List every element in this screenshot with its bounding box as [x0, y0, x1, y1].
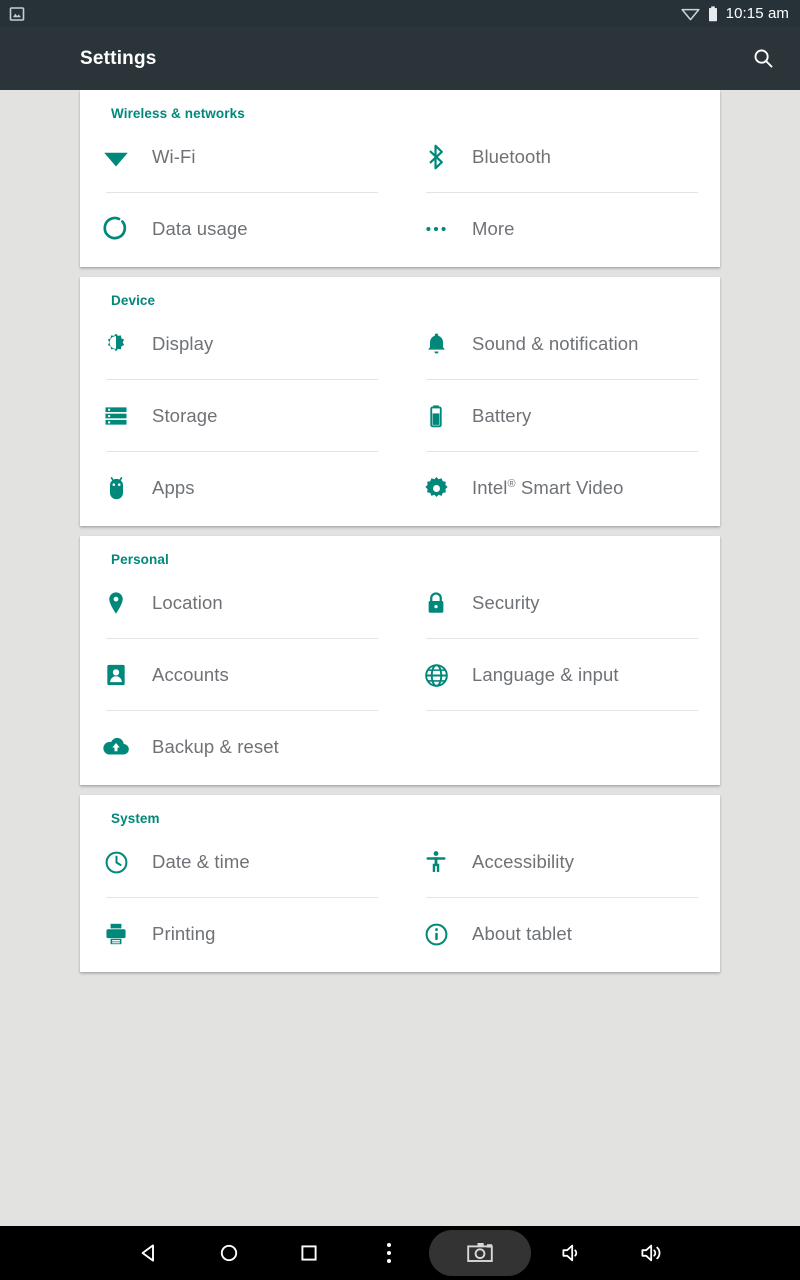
storage-icon: [80, 402, 152, 430]
settings-item-placeholder: [400, 711, 720, 783]
settings-item-label: Display: [152, 333, 214, 354]
settings-item-intel-smart-video[interactable]: Intel® Smart Video: [400, 452, 720, 524]
settings-item-display[interactable]: Display: [80, 308, 400, 380]
settings-item-label: More: [472, 218, 515, 239]
section-header-personal: Personal: [111, 552, 169, 567]
settings-item-label: Language & input: [472, 664, 619, 685]
settings-item-label: Intel® Smart Video: [472, 477, 624, 498]
bell-icon: [400, 331, 472, 358]
settings-item-label: Storage: [152, 405, 218, 426]
section-header-wireless: Wireless & networks: [111, 106, 245, 121]
settings-item-apps[interactable]: Apps: [80, 452, 400, 524]
section-header-device: Device: [111, 293, 156, 308]
section-card-personal: Personal Location Security Accounts Lang…: [80, 536, 720, 785]
search-icon: [752, 47, 775, 70]
bluetooth-icon: [400, 143, 472, 171]
section-header-system: System: [111, 811, 160, 826]
brightness-icon: [80, 330, 152, 358]
nav-recents-button[interactable]: [269, 1226, 349, 1280]
settings-item-security[interactable]: Security: [400, 567, 720, 639]
overflow-menu-icon: [387, 1243, 391, 1263]
settings-item-label: Date & time: [152, 851, 250, 872]
accessibility-icon: [400, 849, 472, 875]
settings-item-label: Sound & notification: [472, 333, 639, 354]
settings-item-more[interactable]: More: [400, 193, 720, 265]
settings-item-data-usage[interactable]: Data usage: [80, 193, 400, 265]
settings-item-label: Apps: [152, 477, 195, 498]
android-robot-icon: [80, 475, 152, 502]
section-card-system: System Date & time Accessibility Printin…: [80, 795, 720, 972]
nav-menu-button[interactable]: [349, 1226, 429, 1280]
settings-item-label: Accounts: [152, 664, 229, 685]
account-badge-icon: [80, 662, 152, 688]
nav-volume-down-button[interactable]: [531, 1226, 611, 1280]
settings-item-label: Accessibility: [472, 851, 575, 872]
settings-item-wifi[interactable]: Wi-Fi: [80, 121, 400, 193]
action-bar: Settings: [0, 27, 800, 90]
lock-icon: [400, 590, 472, 616]
globe-icon: [400, 662, 472, 689]
section-grid-device: Display Sound & notification Storage Bat…: [80, 308, 720, 526]
camera-icon: [464, 1240, 496, 1266]
volume-up-icon: [639, 1241, 663, 1265]
printer-icon: [80, 921, 152, 947]
settings-item-battery[interactable]: Battery: [400, 380, 720, 452]
settings-list: Wireless & networks Wi-Fi Bluetooth Data…: [0, 90, 800, 1226]
navigation-bar: [0, 1226, 800, 1280]
settings-item-label: Printing: [152, 923, 216, 944]
section-grid-personal: Location Security Accounts Language & in…: [80, 567, 720, 785]
settings-screen: 10:15 am Settings Wireless & networks Wi…: [0, 0, 800, 1280]
settings-item-location[interactable]: Location: [80, 567, 400, 639]
settings-item-label: Data usage: [152, 218, 248, 239]
recents-square-icon: [297, 1241, 321, 1265]
settings-item-label: Wi-Fi: [152, 146, 196, 167]
gear-icon: [400, 475, 472, 502]
battery-full-icon: [708, 5, 718, 22]
data-usage-icon: [80, 215, 152, 243]
info-icon: [400, 921, 472, 948]
page-title: Settings: [80, 47, 157, 69]
settings-item-label: Backup & reset: [152, 736, 279, 757]
cloud-upload-icon: [80, 733, 152, 761]
home-circle-icon: [217, 1241, 241, 1265]
settings-item-label: Battery: [472, 405, 532, 426]
settings-item-bluetooth[interactable]: Bluetooth: [400, 121, 720, 193]
settings-item-label: Bluetooth: [472, 146, 552, 167]
nav-volume-up-button[interactable]: [611, 1226, 691, 1280]
clock-icon: [80, 849, 152, 876]
settings-item-accessibility[interactable]: Accessibility: [400, 826, 720, 898]
settings-item-accounts[interactable]: Accounts: [80, 639, 400, 711]
nav-back-button[interactable]: [109, 1226, 189, 1280]
section-card-wireless: Wireless & networks Wi-Fi Bluetooth Data…: [80, 90, 720, 267]
settings-item-language-input[interactable]: Language & input: [400, 639, 720, 711]
more-dots-icon: [400, 216, 472, 242]
status-bar: 10:15 am: [0, 0, 800, 27]
settings-item-label: Security: [472, 592, 540, 613]
settings-item-about-tablet[interactable]: About tablet: [400, 898, 720, 970]
wifi-no-signal-icon: [681, 6, 700, 21]
volume-down-icon: [559, 1241, 583, 1265]
settings-item-label: Location: [152, 592, 223, 613]
settings-item-storage[interactable]: Storage: [80, 380, 400, 452]
location-pin-icon: [80, 590, 152, 616]
settings-item-label: About tablet: [472, 923, 572, 944]
section-grid-system: Date & time Accessibility Printing About…: [80, 826, 720, 972]
status-bar-left: [0, 6, 25, 22]
status-bar-clock: 10:15 am: [725, 5, 789, 22]
nav-home-button[interactable]: [189, 1226, 269, 1280]
wifi-icon: [80, 142, 152, 172]
search-button[interactable]: [743, 39, 783, 79]
section-card-device: Device Display Sound & notification Stor…: [80, 277, 720, 526]
status-bar-right: 10:15 am: [681, 5, 800, 22]
settings-item-backup-reset[interactable]: Backup & reset: [80, 711, 400, 783]
back-triangle-icon: [137, 1241, 161, 1265]
settings-item-printing[interactable]: Printing: [80, 898, 400, 970]
screenshot-image-icon: [9, 6, 25, 22]
settings-item-date-time[interactable]: Date & time: [80, 826, 400, 898]
section-grid-wireless: Wi-Fi Bluetooth Data usage More: [80, 121, 720, 267]
settings-item-sound-notification[interactable]: Sound & notification: [400, 308, 720, 380]
nav-screenshot-button[interactable]: [429, 1230, 531, 1276]
battery-icon: [400, 403, 472, 429]
